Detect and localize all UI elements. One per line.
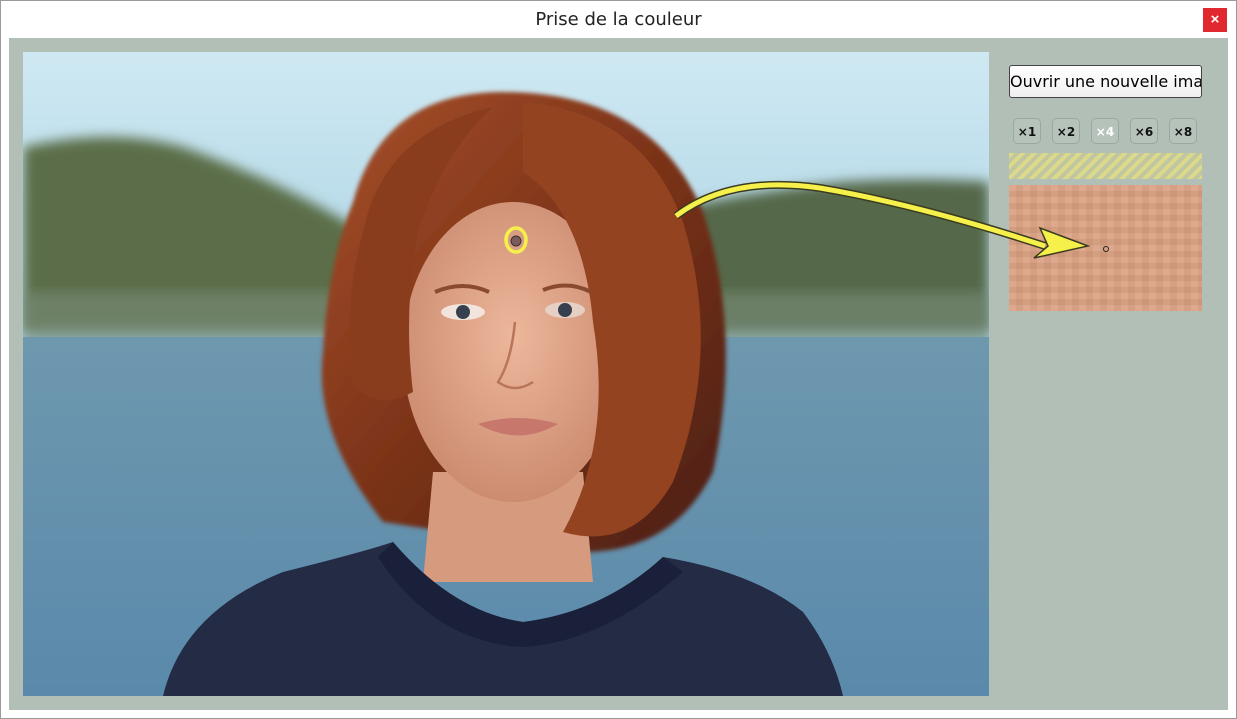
zoom-x1-button[interactable]: ×1 <box>1013 118 1041 144</box>
close-button[interactable]: × <box>1203 8 1227 32</box>
zoom-x6-button[interactable]: ×6 <box>1130 118 1158 144</box>
photo-canvas <box>23 52 989 696</box>
window-title: Prise de la couleur <box>535 9 702 30</box>
app-window: Prise de la couleur × Ouvrir une nouvell… <box>0 0 1237 719</box>
zoom-selector: ×1 ×2 ×4 ×6 ×8 <box>1013 118 1202 144</box>
zoom-x2-button[interactable]: ×2 <box>1052 118 1080 144</box>
crosshair-icon <box>1103 246 1109 252</box>
color-swatch-strip <box>1009 153 1202 179</box>
title-bar: Prise de la couleur × <box>1 1 1236 38</box>
zoom-x8-button[interactable]: ×8 <box>1169 118 1197 144</box>
magnified-preview <box>1009 185 1202 311</box>
client-area: Ouvrir une nouvelle image ×1 ×2 ×4 ×6 ×8 <box>9 38 1228 710</box>
zoom-x4-button[interactable]: ×4 <box>1091 118 1119 144</box>
open-new-image-button[interactable]: Ouvrir une nouvelle image <box>1009 65 1202 98</box>
portrait-photo[interactable] <box>23 52 989 696</box>
